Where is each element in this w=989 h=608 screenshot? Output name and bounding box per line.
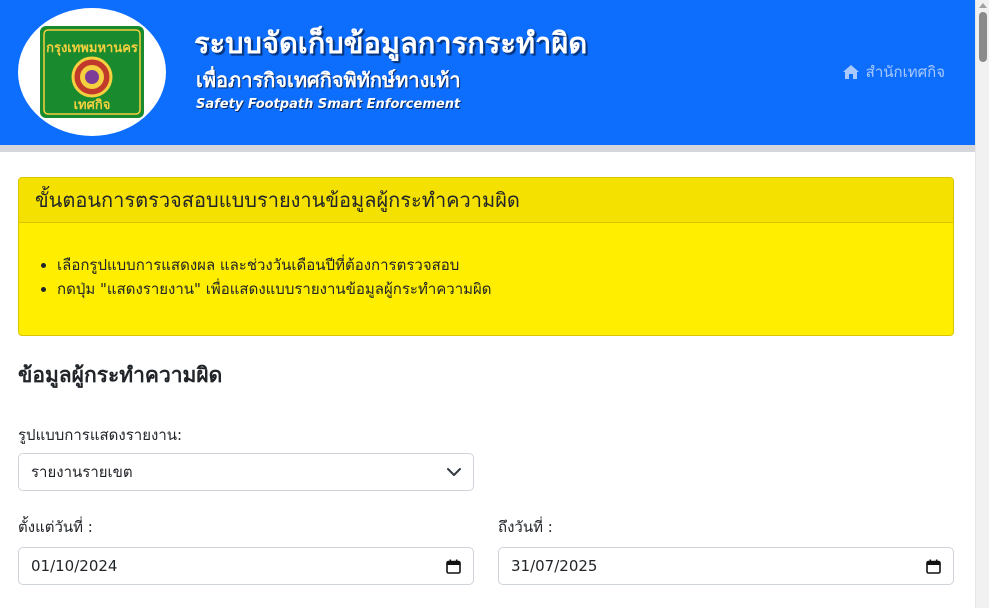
list-item: เลือกรูปแบบการแสดงผล และช่วงวันเดือนปีที… bbox=[57, 253, 937, 277]
header-titles: ระบบจัดเก็บข้อมูลการกระทำผิด เพื่อภารกิจ… bbox=[194, 24, 587, 114]
bangkok-tesakij-seal-icon: กรุงเทพมหานคร เทศกิจ bbox=[40, 26, 144, 118]
report-type-value: รายงานรายเขต bbox=[31, 463, 133, 481]
report-type-label: รูปแบบการแสดงรายงาน: bbox=[18, 426, 183, 444]
nav-link-tesakij[interactable]: สำนักเทศกิจ bbox=[842, 60, 945, 84]
to-date-input[interactable]: 31/07/2025 bbox=[498, 547, 954, 585]
from-date-value: 01/10/2024 bbox=[31, 557, 118, 575]
instructions-list: เลือกรูปแบบการแสดงผล และช่วงวันเดือนปีที… bbox=[35, 253, 937, 301]
vertical-scrollbar[interactable] bbox=[975, 0, 989, 608]
calendar-icon[interactable] bbox=[446, 559, 461, 574]
app-subtitle: เพื่อภารกิจเทศกิจพิทักษ์ทางเท้า bbox=[196, 68, 461, 92]
from-date-label: ตั้งแต่วันที่ : bbox=[18, 518, 93, 536]
nav-link-label: สำนักเทศกิจ bbox=[865, 63, 945, 81]
logo-text-top: กรุงเทพมหานคร bbox=[46, 41, 138, 56]
instructions-alert: ขั้นตอนการตรวจสอบแบบรายงานข้อมูลผู้กระทำ… bbox=[18, 177, 954, 336]
logo: กรุงเทพมหานคร เทศกิจ bbox=[18, 8, 166, 136]
header-divider bbox=[0, 145, 975, 152]
calendar-icon[interactable] bbox=[926, 559, 941, 574]
to-date-value: 31/07/2025 bbox=[511, 557, 598, 575]
list-item: กดปุ่ม "แสดงรายงาน" เพื่อแสดงแบบรายงานข้… bbox=[57, 277, 937, 301]
scrollbar-thumb[interactable] bbox=[979, 12, 987, 62]
home-icon bbox=[842, 65, 859, 79]
report-type-select[interactable]: รายงานรายเขต bbox=[18, 453, 474, 491]
header-bar: กรุงเทพมหานคร เทศกิจ ระบบจัดเก็บข้อมูลกา… bbox=[0, 0, 975, 145]
section-title: ข้อมูลผู้กระทำความผิด bbox=[18, 363, 223, 387]
scroll-up-arrow-icon[interactable] bbox=[979, 3, 987, 8]
page: กรุงเทพมหานคร เทศกิจ ระบบจัดเก็บข้อมูลกา… bbox=[0, 0, 989, 608]
app-subtitle-english: Safety Footpath Smart Enforcement bbox=[196, 97, 461, 112]
chevron-down-icon bbox=[447, 468, 461, 476]
app-title: ระบบจัดเก็บข้อมูลการกระทำผิด bbox=[194, 26, 588, 60]
alert-title: ขั้นตอนการตรวจสอบแบบรายงานข้อมูลผู้กระทำ… bbox=[19, 178, 953, 223]
to-date-label: ถึงวันที่ : bbox=[498, 518, 553, 536]
alert-body: เลือกรูปแบบการแสดงผล และช่วงวันเดือนปีที… bbox=[19, 223, 953, 301]
from-date-input[interactable]: 01/10/2024 bbox=[18, 547, 474, 585]
logo-text-bottom: เทศกิจ bbox=[74, 98, 111, 113]
